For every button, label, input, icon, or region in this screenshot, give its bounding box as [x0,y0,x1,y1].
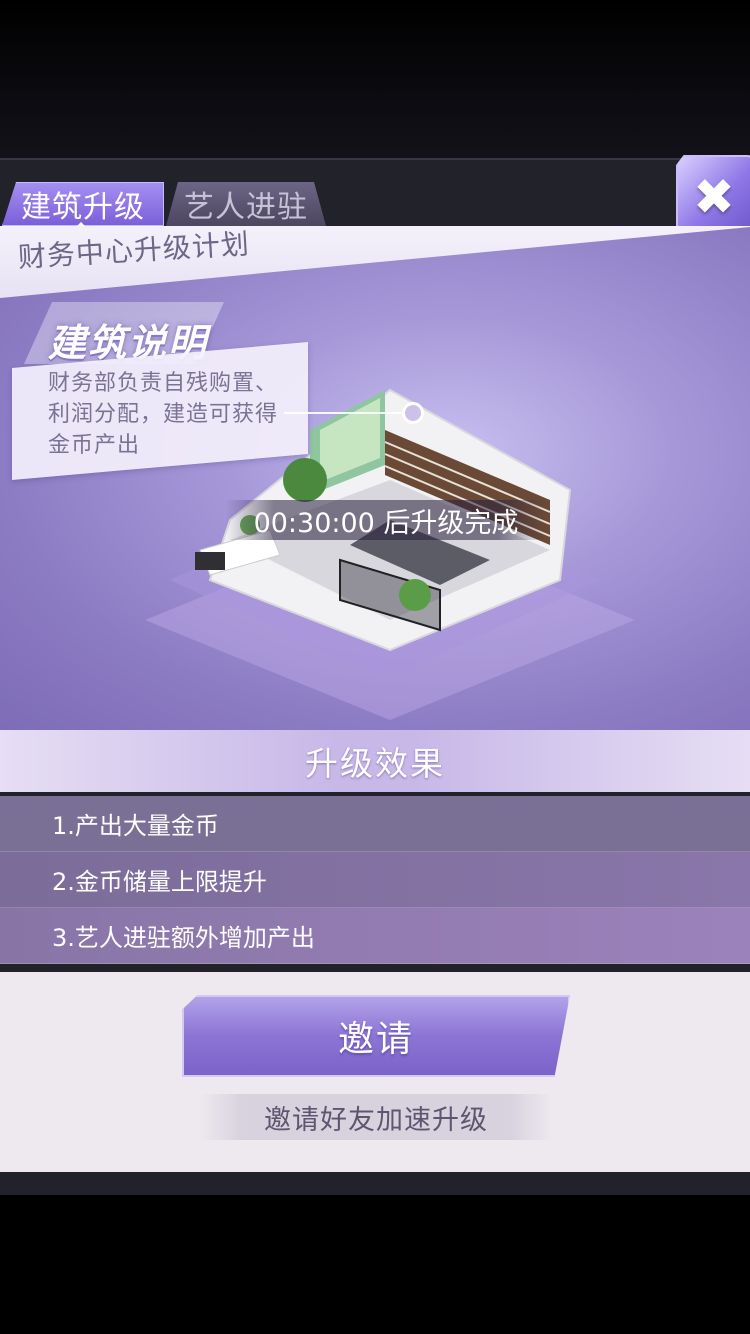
description-pointer-dot [402,402,424,424]
effect-list: 1.产出大量金币 2.金币储量上限提升 3.艺人进驻额外增加产出 [0,796,750,966]
upgrade-timer: 00:30:00 后升级完成 [253,507,519,539]
accelerate-hint-text: 邀请好友加速升级 [264,1104,488,1136]
effect-header-title: 升级效果 [305,744,445,783]
close-icon: ✖ [693,168,735,226]
description-text: 财务部负责自残购置、利润分配，建造可获得金币产出 [48,371,279,458]
bottom-dark-background [0,1195,750,1334]
effect-header: 升级效果 [0,730,750,792]
effect-item: 3.艺人进驻额外增加产出 [0,908,750,964]
effect-item: 2.金币储量上限提升 [0,852,750,908]
tab-artist-settle[interactable]: 艺人进驻 [166,182,326,226]
effect-item: 1.产出大量金币 [0,796,750,852]
top-dark-background [0,0,750,160]
description-pointer-line [284,412,404,414]
invite-button-label: 邀请 [337,1019,414,1060]
tab-building-upgrade[interactable]: 建筑升级 [2,182,164,226]
accelerate-hint: 邀请好友加速升级 [200,1094,552,1140]
invite-button[interactable]: 邀请 [182,995,570,1077]
